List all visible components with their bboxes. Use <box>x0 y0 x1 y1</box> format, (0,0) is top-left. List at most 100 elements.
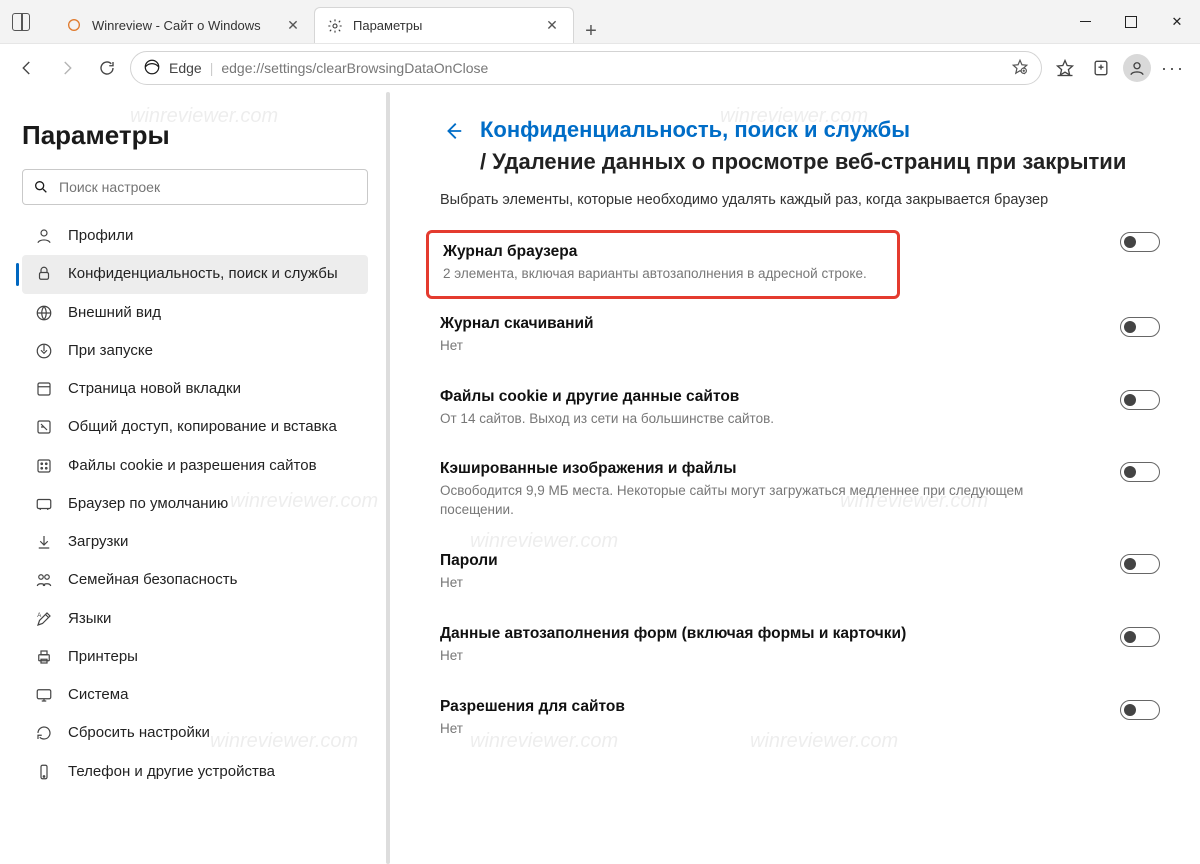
setting-toggle[interactable] <box>1120 317 1160 337</box>
forward-button[interactable] <box>50 51 84 85</box>
search-input[interactable] <box>59 179 357 195</box>
refresh-button[interactable] <box>90 51 124 85</box>
sidebar-item-13[interactable]: Сбросить настройки <box>22 714 368 752</box>
favicon-winreview <box>66 17 82 33</box>
setting-title: Журнал браузера <box>443 243 883 261</box>
setting-toggle[interactable] <box>1120 232 1160 252</box>
sidebar-item-icon <box>34 723 54 743</box>
sidebar-item-label: Файлы cookie и разрешения сайтов <box>68 456 317 476</box>
sidebar-item-label: Система <box>68 685 128 705</box>
tab-settings[interactable]: Параметры ✕ <box>314 7 574 43</box>
avatar-icon <box>1123 54 1151 82</box>
sidebar-item-icon <box>34 417 54 437</box>
sidebar-item-3[interactable]: При запуске <box>22 332 368 370</box>
sidebar-item-icon <box>34 303 54 323</box>
url-box[interactable]: Edge | <box>130 51 1042 85</box>
sidebar-item-6[interactable]: Файлы cookie и разрешения сайтов <box>22 447 368 485</box>
sidebar-item-label: Языки <box>68 609 111 629</box>
breadcrumb-parent-link[interactable]: Конфиденциальность, поиск и службы <box>480 117 910 142</box>
setting-toggle[interactable] <box>1120 700 1160 720</box>
setting-description: Освободится 9,9 МБ места. Некоторые сайт… <box>440 482 1100 520</box>
search-icon <box>33 179 49 195</box>
back-button[interactable] <box>10 51 44 85</box>
sidebar-item-icon <box>34 341 54 361</box>
sidebar-item-label: При запуске <box>68 341 153 361</box>
sidebar-title: Параметры <box>22 120 368 151</box>
collections-button[interactable] <box>1084 51 1118 85</box>
titlebar: Winreview - Сайт о Windows ✕ Параметры ✕… <box>0 0 1200 44</box>
sidebar-item-label: Общий доступ, копирование и вставка <box>68 417 337 437</box>
sidebar-item-label: Профили <box>68 226 133 246</box>
sidebar-item-1[interactable]: Конфиденциальность, поиск и службы <box>22 255 368 293</box>
setting-title: Журнал скачиваний <box>440 315 1100 333</box>
setting-toggle[interactable] <box>1120 627 1160 647</box>
setting-title: Пароли <box>440 552 1100 570</box>
setting-row-0: Журнал браузера2 элемента, включая вариа… <box>440 230 1160 299</box>
setting-title: Разрешения для сайтов <box>440 698 1100 716</box>
sidebar-item-8[interactable]: Загрузки <box>22 523 368 561</box>
sidebar-item-12[interactable]: Система <box>22 676 368 714</box>
sidebar-item-icon <box>34 532 54 552</box>
close-tab-icon[interactable]: ✕ <box>284 17 302 34</box>
setting-row-5: Данные автозаполнения форм (включая форм… <box>440 609 1160 682</box>
settings-sidebar: Параметры Профили Конфиденциальность, пои… <box>0 92 390 864</box>
sidebar-item-14[interactable]: Телефон и другие устройства <box>22 753 368 791</box>
setting-description: Нет <box>440 337 1100 356</box>
url-input[interactable] <box>221 60 1003 76</box>
sidebar-item-label: Сбросить настройки <box>68 723 210 743</box>
url-separator: | <box>210 60 214 76</box>
favorite-icon[interactable] <box>1011 58 1029 79</box>
more-menu-button[interactable]: ··· <box>1156 51 1190 85</box>
gear-icon <box>327 18 343 34</box>
svg-text:A: A <box>37 612 41 618</box>
setting-toggle[interactable] <box>1120 554 1160 574</box>
url-prefix-label: Edge <box>169 60 202 76</box>
edge-icon <box>143 58 161 79</box>
sidebar-item-label: Внешний вид <box>68 303 161 323</box>
profile-button[interactable] <box>1120 51 1154 85</box>
sidebar-item-label: Телефон и другие устройства <box>68 762 275 782</box>
sidebar-item-icon <box>34 647 54 667</box>
address-bar: Edge | ··· <box>0 44 1200 92</box>
sidebar-item-icon <box>34 379 54 399</box>
setting-toggle[interactable] <box>1120 462 1160 482</box>
sidebar-item-10[interactable]: A Языки <box>22 600 368 638</box>
sidebar-item-label: Загрузки <box>68 532 128 552</box>
sidebar-item-11[interactable]: Принтеры <box>22 638 368 676</box>
settings-panel: Конфиденциальность, поиск и службы / Уда… <box>390 92 1200 864</box>
sidebar-item-4[interactable]: Страница новой вкладки <box>22 370 368 408</box>
sidebar-item-label: Страница новой вкладки <box>68 379 241 399</box>
setting-description: Нет <box>440 720 1100 739</box>
setting-row-1: Журнал скачиваний Нет <box>440 299 1160 372</box>
search-box[interactable] <box>22 169 368 205</box>
sidebar-item-icon: A <box>34 609 54 629</box>
tab-title: Параметры <box>353 18 533 33</box>
panel-description: Выбрать элементы, которые необходимо уда… <box>440 192 1160 208</box>
sidebar-item-7[interactable]: Браузер по умолчанию <box>22 485 368 523</box>
sidebar-item-icon <box>34 685 54 705</box>
breadcrumb: Конфиденциальность, поиск и службы / Уда… <box>480 114 1126 178</box>
window-minimize-button[interactable] <box>1062 0 1108 43</box>
tab-winreview[interactable]: Winreview - Сайт о Windows ✕ <box>54 7 314 43</box>
sidebar-item-icon <box>34 264 54 284</box>
sidebar-item-label: Принтеры <box>68 647 138 667</box>
setting-title: Кэшированные изображения и файлы <box>440 460 1100 478</box>
sidebar-item-2[interactable]: Внешний вид <box>22 294 368 332</box>
sidebar-item-5[interactable]: Общий доступ, копирование и вставка <box>22 408 368 446</box>
sidebar-item-0[interactable]: Профили <box>22 217 368 255</box>
close-tab-icon[interactable]: ✕ <box>543 17 561 34</box>
setting-toggle[interactable] <box>1120 390 1160 410</box>
sidebar-item-label: Браузер по умолчанию <box>68 494 228 514</box>
sidebar-item-9[interactable]: Семейная безопасность <box>22 561 368 599</box>
tab-actions-icon[interactable] <box>12 13 30 31</box>
setting-description: Нет <box>440 574 1100 593</box>
sidebar-resize-handle[interactable] <box>386 92 390 864</box>
window-maximize-button[interactable] <box>1108 0 1154 43</box>
window-close-button[interactable] <box>1154 0 1200 43</box>
setting-row-4: Пароли Нет <box>440 536 1160 609</box>
setting-title: Данные автозаполнения форм (включая форм… <box>440 625 1100 643</box>
breadcrumb-back-button[interactable] <box>440 118 466 144</box>
setting-row-6: Разрешения для сайтов Нет <box>440 682 1160 755</box>
favorites-button[interactable] <box>1048 51 1082 85</box>
new-tab-button[interactable]: + <box>574 20 608 43</box>
